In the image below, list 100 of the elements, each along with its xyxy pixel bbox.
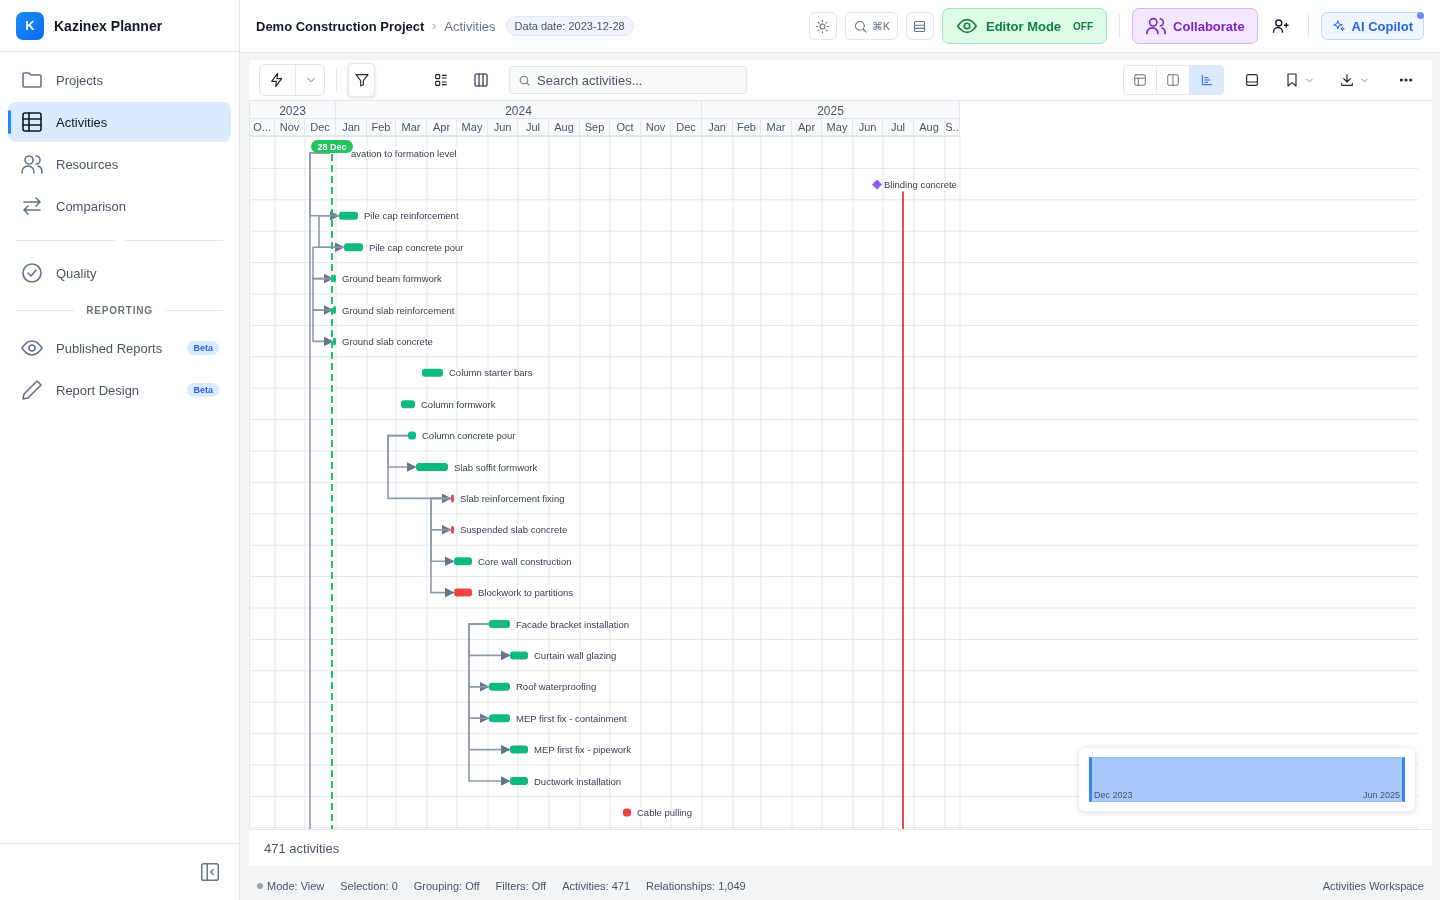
table-view-button[interactable]: [1124, 66, 1157, 94]
activity-bar[interactable]: [451, 525, 454, 534]
activity-bar[interactable]: [489, 620, 510, 628]
users-icon: [1145, 15, 1168, 37]
table-icon: [1133, 73, 1147, 87]
sidebar-item[interactable]: Projects: [8, 60, 231, 100]
app-name: Kazinex Planner: [54, 17, 163, 34]
activity-label: Blockwork to partitions: [478, 587, 574, 599]
workspace-label: Activities Workspace: [1322, 880, 1424, 892]
ai-copilot-button[interactable]: AI Copilot: [1320, 12, 1424, 40]
activity-bar[interactable]: [401, 400, 415, 409]
minimap-start-label: Dec 2023: [1094, 790, 1133, 801]
sidebar-item[interactable]: Report Design Beta: [8, 370, 231, 410]
minimap-range[interactable]: Dec 2023 Jun 2025: [1089, 757, 1405, 803]
filter-icon: [353, 72, 370, 88]
sidebar-item[interactable]: Comparison: [8, 186, 231, 226]
activity-bar[interactable]: [510, 777, 528, 785]
add-user-icon[interactable]: [1271, 17, 1290, 35]
pencil-icon: [20, 378, 44, 402]
activity-label: Pile cap reinforcement: [364, 210, 459, 222]
month-label: Dec: [310, 121, 330, 133]
download-menu-button[interactable]: [1339, 72, 1370, 88]
search-field[interactable]: Search activities...: [509, 66, 747, 94]
activity-label: Column starter bars: [449, 367, 533, 379]
activity-label: Suspended slab concrete: [460, 524, 568, 536]
month-label: Mar: [401, 121, 421, 133]
month-label: Jan: [708, 121, 726, 133]
month-label: Nov: [279, 121, 300, 133]
sidebar-item[interactable]: Activities: [8, 102, 231, 142]
activity-bar[interactable]: [510, 651, 528, 660]
year-label: 2024: [505, 104, 532, 118]
sparkles-icon: [1331, 19, 1346, 33]
activity-label: Facade bracket installation: [516, 618, 629, 630]
status-item: Mode: View: [267, 880, 325, 892]
activity-bar[interactable]: [454, 588, 472, 597]
activity-bar[interactable]: [422, 368, 443, 377]
month-label: Apr: [432, 121, 451, 133]
activity-bar[interactable]: [451, 494, 454, 503]
activity-bar[interactable]: [333, 274, 336, 283]
check-circle-icon: [20, 261, 44, 285]
list-view-icon[interactable]: [433, 72, 449, 88]
timeline-minimap[interactable]: Dec 2023 Jun 2025: [1079, 748, 1415, 812]
data-date-marker: 28 Dec: [311, 140, 353, 153]
month-label: Dec: [676, 121, 696, 133]
gantt-view-button[interactable]: [1190, 66, 1223, 94]
activity-bar[interactable]: [333, 337, 336, 346]
app-logo: K: [16, 11, 44, 40]
sun-icon: [815, 18, 831, 34]
search-icon: [852, 18, 868, 34]
theme-button[interactable]: [808, 12, 837, 40]
bookmark-icon: [1284, 72, 1300, 88]
layout-button[interactable]: [906, 12, 934, 40]
activity-bar[interactable]: [344, 243, 363, 252]
grid-icon: [20, 110, 44, 134]
activity-bar[interactable]: [454, 557, 472, 566]
quick-actions-button[interactable]: [259, 64, 325, 96]
month-label: May: [461, 121, 483, 133]
activity-bar[interactable]: [510, 745, 528, 754]
activity-label: Ground beam formwork: [342, 273, 442, 285]
activity-bar[interactable]: [489, 714, 510, 723]
milestone-marker[interactable]: [872, 179, 882, 190]
activity-bar[interactable]: [339, 211, 358, 220]
collapse-sidebar-icon[interactable]: [199, 861, 221, 883]
breadcrumb-separator: ›: [432, 19, 437, 33]
status-item: Relationships: 1,049: [646, 880, 746, 892]
bookmark-menu-button[interactable]: [1284, 72, 1315, 88]
sidebar-item[interactable]: Published Reports Beta: [8, 328, 231, 368]
activity-label: Roof waterproofing: [516, 681, 597, 693]
beta-badge: Beta: [187, 341, 219, 355]
filter-button[interactable]: [348, 63, 375, 97]
command-search-button[interactable]: ⌘K: [844, 12, 898, 40]
bottom-panel-icon[interactable]: [1244, 72, 1260, 88]
activity-label: Ground slab reinforcement: [342, 304, 455, 316]
sidebar-item[interactable]: Quality: [8, 253, 231, 293]
activity-count: 471 activities: [264, 840, 340, 856]
data-date-badge: Data date: 2023-12-28: [505, 16, 634, 36]
lightning-icon: [269, 72, 285, 88]
month-label: Nov: [645, 121, 666, 133]
activity-bar[interactable]: [489, 682, 510, 691]
collaborate-button[interactable]: Collaborate: [1132, 8, 1258, 44]
year-label: 2025: [817, 104, 844, 118]
editor-mode-button[interactable]: Editor Mode OFF: [942, 8, 1108, 44]
sidebar-item[interactable]: Resources: [8, 144, 231, 184]
activity-label: MEP first fix - containment: [516, 712, 627, 724]
activity-bar[interactable]: [623, 808, 631, 817]
activity-bar[interactable]: [408, 431, 416, 440]
activity-label: Slab reinforcement fixing: [460, 492, 565, 504]
activity-label: Curtain wall glazing: [534, 649, 617, 661]
month-label: Sep: [584, 121, 605, 133]
activity-bar[interactable]: [333, 306, 336, 314]
search-icon: [518, 74, 531, 87]
gantt-chart-icon: [1199, 73, 1214, 87]
month-label: Feb: [737, 121, 756, 133]
columns-icon[interactable]: [473, 72, 489, 88]
activity-label: Column concrete pour: [422, 430, 516, 442]
breadcrumb-page[interactable]: Activities: [444, 18, 496, 34]
breadcrumb-project[interactable]: Demo Construction Project: [256, 18, 425, 34]
month-label: Jan: [342, 121, 360, 133]
month-label: Mar: [766, 121, 786, 133]
download-icon: [1339, 72, 1355, 88]
